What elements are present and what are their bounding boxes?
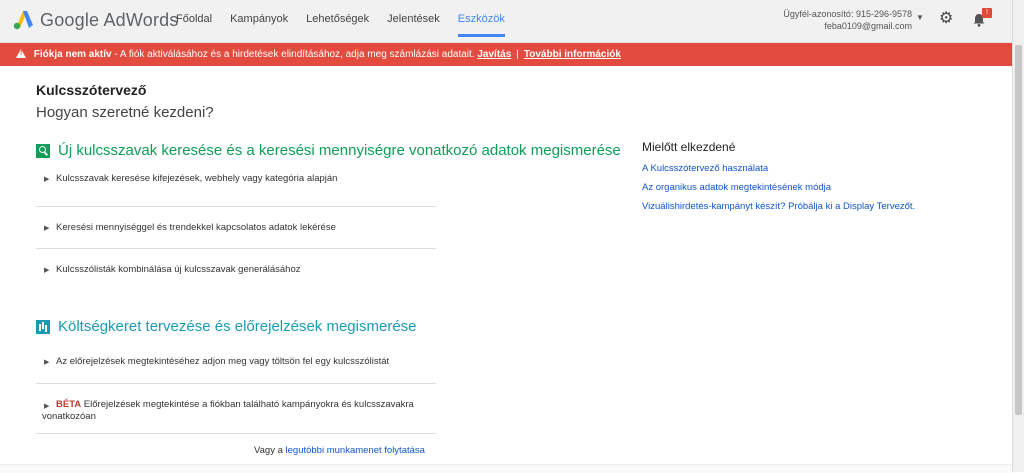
- option-label: Az előrejelzések megtekintéséhez adjon m…: [56, 356, 390, 367]
- option-volume-trends[interactable]: ▶ Keresési mennyiséggel és trendekkel ka…: [36, 207, 436, 249]
- resume-prefix: Vagy a: [254, 445, 286, 456]
- page-scrollbar[interactable]: [1012, 0, 1024, 472]
- budget-forecast-heading: Költségkeret tervezése és előrejelzések …: [36, 318, 436, 335]
- nav-opportunities[interactable]: Lehetőségek: [306, 13, 369, 37]
- more-info-link[interactable]: További információk: [524, 49, 621, 60]
- banner-separator: |: [516, 49, 519, 60]
- nav-tools[interactable]: Eszközök: [457, 13, 505, 37]
- option-beta-forecast[interactable]: ▶ BÉTA Előrejelzések megtekintése a fiók…: [36, 384, 436, 434]
- find-keywords-heading-text: Új kulcsszavak keresése és a keresési me…: [58, 142, 621, 159]
- find-keywords-heading: Új kulcsszavak keresése és a keresési me…: [36, 142, 621, 159]
- sidebar-link-how-to-use[interactable]: A Kulcsszótervező használata: [642, 163, 915, 174]
- nav-home[interactable]: Főoldal: [176, 13, 212, 37]
- account-inactive-banner: Fiókja nem aktív - A fiók aktiválásához …: [0, 43, 1012, 66]
- banner-bold-text: Fiókja nem aktív: [33, 49, 112, 60]
- resume-session-link[interactable]: legutóbbi munkamenet folytatása: [286, 445, 425, 456]
- budget-forecast-heading-text: Költségkeret tervezése és előrejelzések …: [58, 318, 417, 335]
- adwords-logo-icon[interactable]: [12, 8, 34, 30]
- bar-chart-icon: [36, 319, 50, 334]
- warning-icon: [16, 49, 26, 58]
- account-id: Ügyfél-azonosító: 915-296-9578: [783, 9, 912, 19]
- account-email: feba0109@gmail.com: [824, 21, 912, 31]
- option-search-keywords[interactable]: ▶ Kulcsszavak keresése kifejezések, webh…: [36, 173, 436, 207]
- banner-message: - A fiók aktiválásához és a hirdetések e…: [111, 49, 475, 60]
- page-title: Kulcsszótervező: [36, 82, 147, 98]
- option-label: Kulcsszavak keresése kifejezések, webhel…: [56, 173, 338, 184]
- option-upload-keyword-list[interactable]: ▶ Az előrejelzések megtekintéséhez adjon…: [36, 350, 436, 384]
- beta-label: BÉTA: [56, 399, 82, 410]
- main-nav: Főoldal Kampányok Lehetőségek Jelentések…: [176, 13, 523, 37]
- sidebar-link-organic-data[interactable]: Az organikus adatok megtekintésének módj…: [642, 182, 915, 193]
- gear-icon[interactable]: ⚙: [939, 11, 953, 27]
- fix-link[interactable]: Javítás: [477, 49, 511, 60]
- option-label: Kulcsszólisták kombinálása új kulcsszava…: [56, 264, 301, 275]
- nav-campaigns[interactable]: Kampányok: [230, 13, 288, 37]
- resume-session: Vagy a legutóbbi munkamenet folytatása: [254, 445, 425, 456]
- account-info[interactable]: Ügyfél-azonosító: 915-296-9578 feba0109@…: [783, 8, 912, 32]
- account-dropdown-icon[interactable]: ▼: [916, 13, 924, 22]
- budget-forecast-section: Költségkeret tervezése és előrejelzések …: [36, 318, 436, 434]
- sidebar-title: Mielőtt elkezdené: [642, 140, 736, 154]
- option-combine-lists[interactable]: ▶ Kulcsszólisták kombinálása új kulcssza…: [36, 249, 436, 289]
- find-keywords-section: Új kulcsszavak keresése és a keresési me…: [36, 142, 621, 289]
- sidebar-link-display-planner[interactable]: Vizuálishirdetés-kampányt készít? Próbál…: [642, 201, 915, 212]
- option-label: Keresési mennyiséggel és trendekkel kapc…: [56, 222, 336, 233]
- notification-badge: !: [982, 8, 992, 18]
- top-bar: Google AdWords Főoldal Kampányok Lehetős…: [0, 0, 1012, 43]
- search-icon: [36, 143, 50, 158]
- scrollbar-thumb[interactable]: [1015, 45, 1022, 415]
- page-subtitle: Hogyan szeretné kezdeni?: [36, 104, 214, 121]
- help-sidebar: Mielőtt elkezdené A Kulcsszótervező hasz…: [642, 140, 915, 220]
- nav-reports[interactable]: Jelentések: [387, 13, 440, 37]
- option-label: Előrejelzések megtekintése a fiókban tal…: [42, 399, 414, 422]
- brand-name[interactable]: Google AdWords: [40, 10, 179, 31]
